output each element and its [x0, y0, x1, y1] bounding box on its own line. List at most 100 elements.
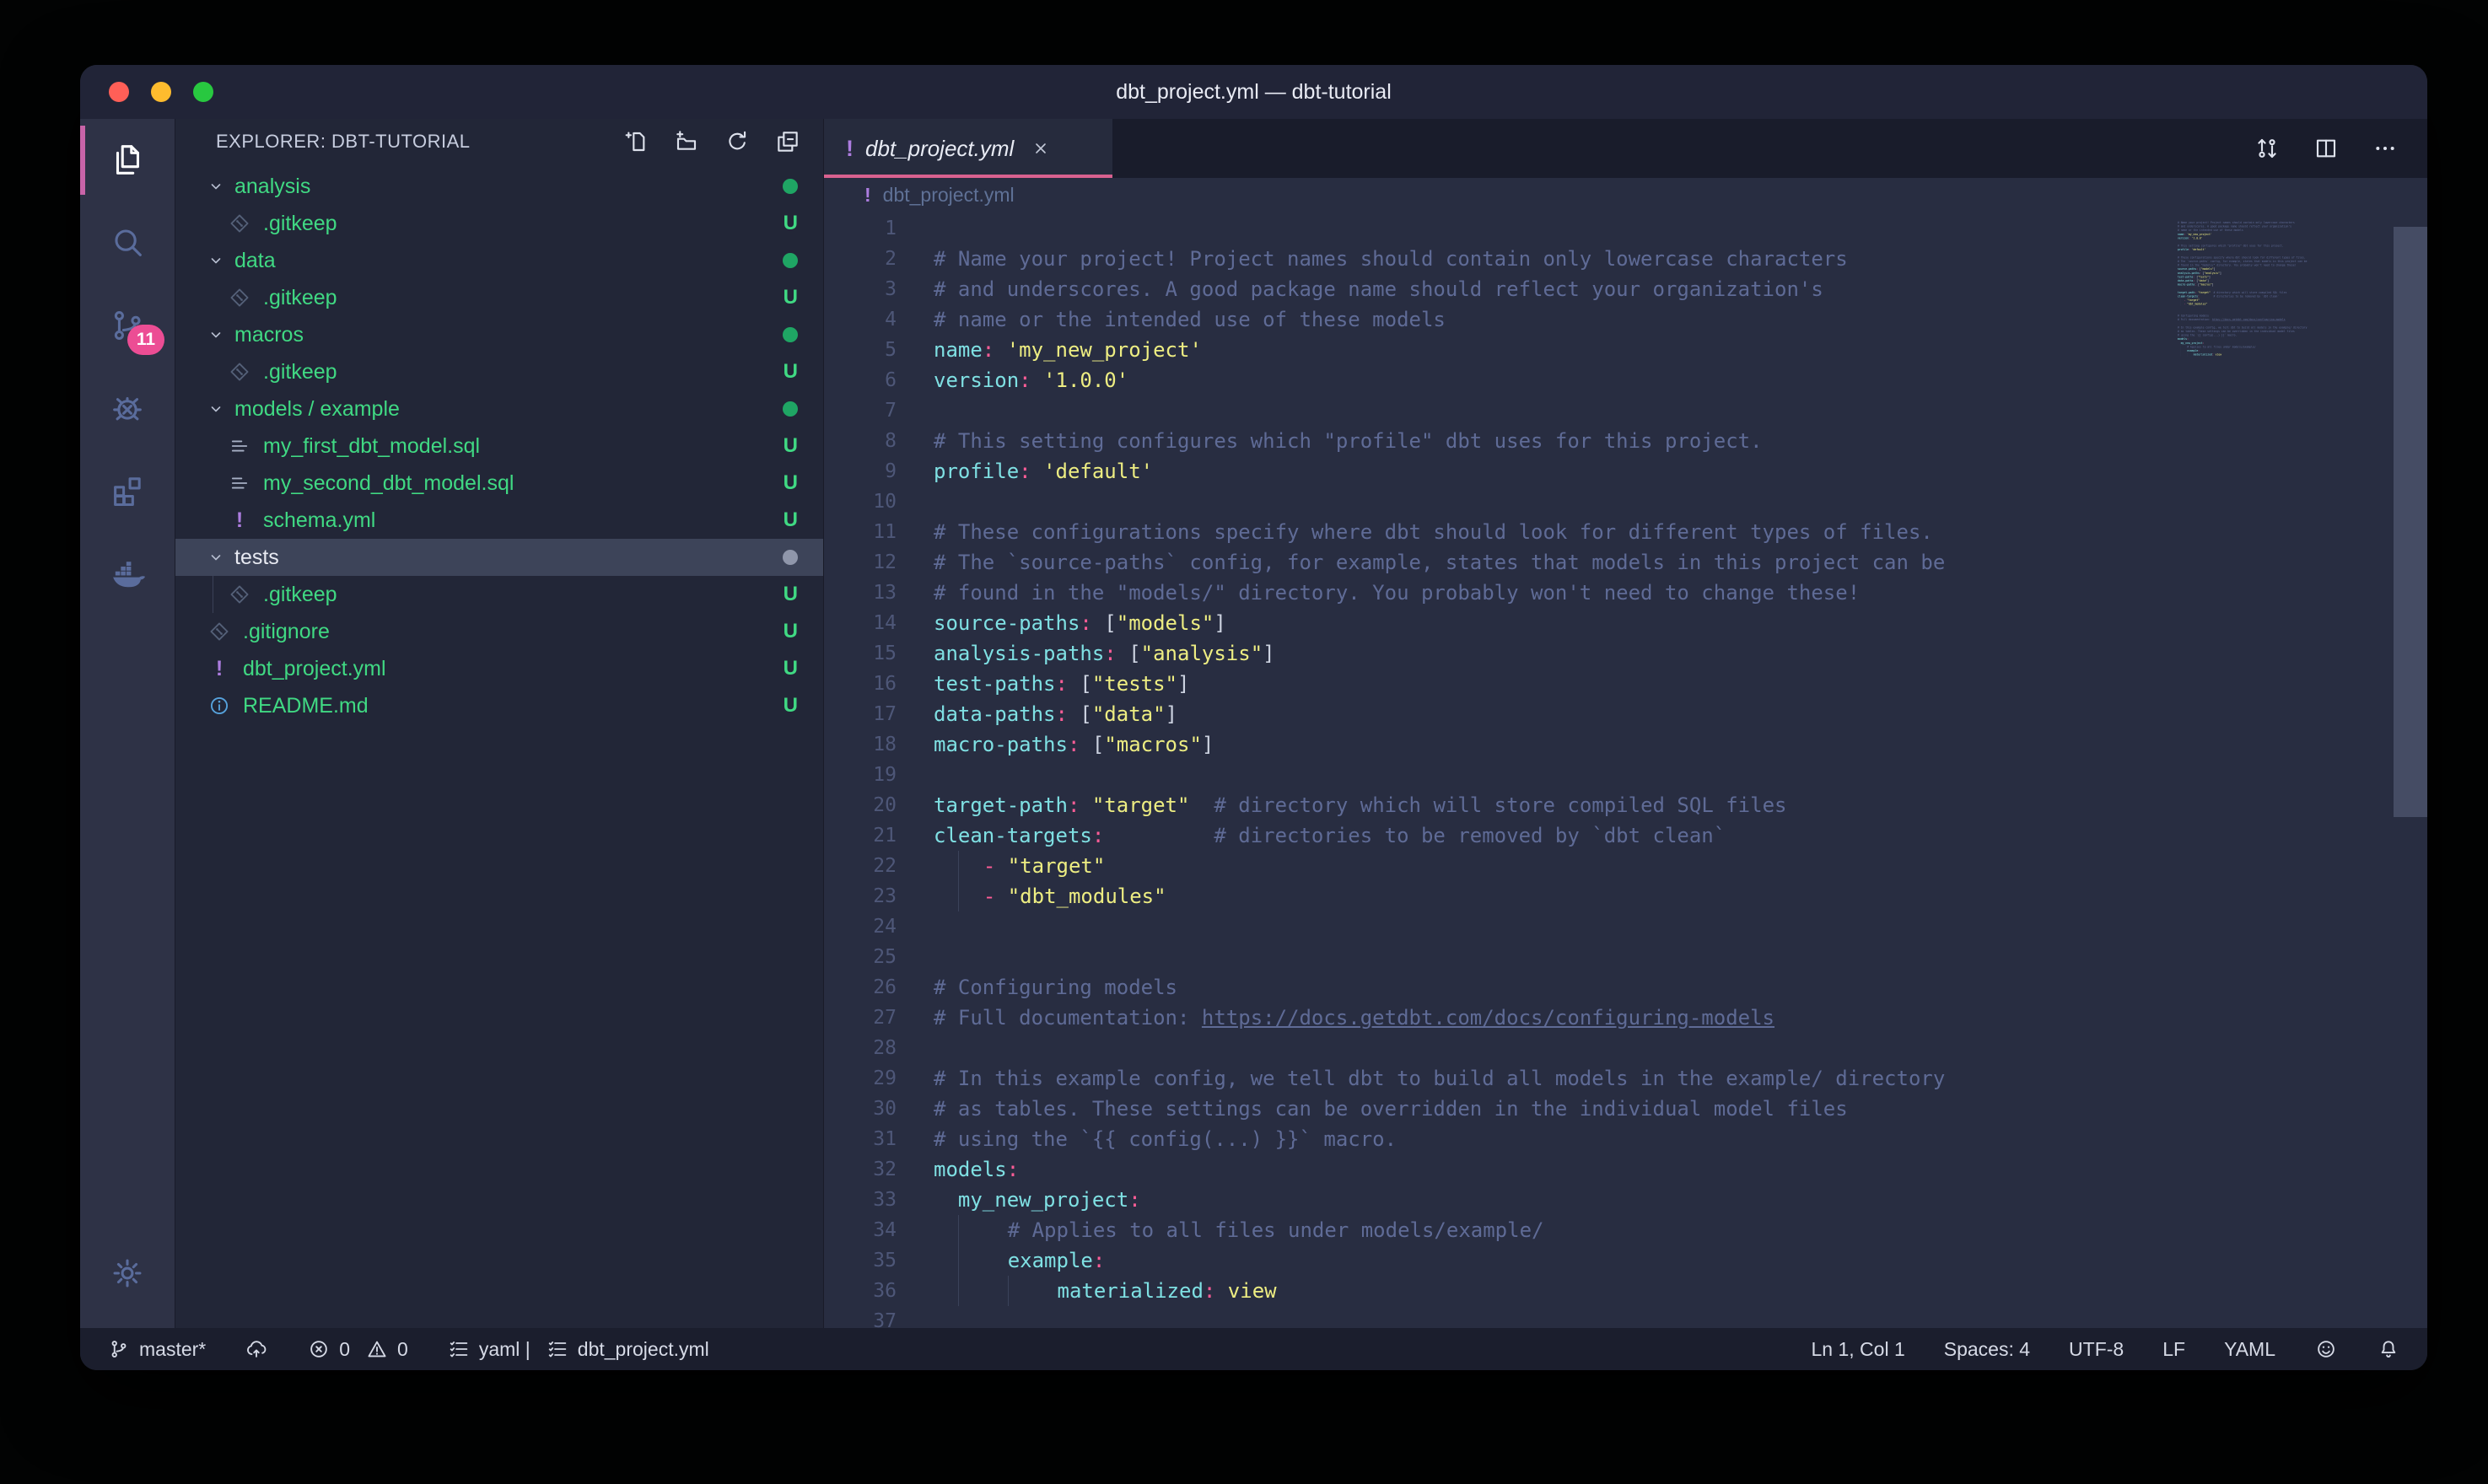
code-line: 32models: [824, 1154, 2360, 1185]
code-line: 9profile: 'default' [824, 456, 2360, 487]
explorer-sidebar: EXPLORER: DBT-TUTORIAL analysis.gitkeepU… [175, 119, 824, 1328]
tree-item-.gitkeep[interactable]: .gitkeepU [175, 279, 823, 316]
tree-item-data[interactable]: data [175, 242, 823, 279]
more-actions-button[interactable] [2372, 135, 2399, 162]
chevron-down-icon[interactable] [206, 325, 226, 345]
breadcrumb-file[interactable]: dbt_project.yml [883, 184, 1015, 207]
status-warnings[interactable]: 0 [365, 1337, 408, 1361]
code-line: 27# Full documentation: https://docs.get… [824, 1003, 2360, 1033]
close-window-button[interactable] [109, 82, 129, 102]
status-feedback[interactable] [2314, 1337, 2338, 1361]
status-notifications[interactable] [2377, 1337, 2400, 1361]
refresh-explorer-button[interactable] [724, 128, 751, 155]
status-language-mode[interactable]: YAML [2224, 1338, 2275, 1361]
split-editor-button[interactable] [2313, 135, 2340, 162]
new-folder-button[interactable] [673, 128, 700, 155]
tree-item-readme.md[interactable]: README.mdU [175, 687, 823, 724]
minimap[interactable]: # Name your project! Project names shoul… [2178, 217, 2390, 739]
code-line: 15analysis-paths: ["analysis"] [824, 638, 2360, 669]
status-eol-sequence[interactable]: LF [2162, 1338, 2185, 1361]
activity-run-debug[interactable] [80, 367, 175, 449]
tree-item-tests[interactable]: tests [175, 539, 823, 576]
tree-item-models-example[interactable]: models / example [175, 390, 823, 427]
tree-item-analysis[interactable]: analysis [175, 168, 823, 205]
chevron-down-icon[interactable] [206, 176, 226, 196]
git-untracked-badge: U [784, 360, 798, 384]
status-linter-file-label: dbt_project.yml [578, 1338, 709, 1361]
status-errors[interactable]: 0 [307, 1337, 350, 1361]
tree-item-schema.yml[interactable]: !schema.ymlU [175, 502, 823, 539]
line-number: 28 [824, 1033, 897, 1063]
sql-file-icon [226, 434, 253, 458]
code-line: 25 [824, 942, 2360, 972]
tree-item-.gitkeep[interactable]: .gitkeepU [175, 576, 823, 613]
code-line: 21clean-targets: # directories to be rem… [824, 820, 2360, 851]
line-content [897, 1033, 934, 1063]
gear-icon [108, 1254, 147, 1293]
folder-status-dot [783, 253, 798, 268]
status-indentation[interactable]: Spaces: 4 [1944, 1338, 2030, 1361]
code-line: 12# The `source-paths` config, for examp… [824, 547, 2360, 578]
activity-explorer[interactable] [80, 119, 175, 202]
line-number: 27 [824, 1003, 897, 1033]
line-content: name: 'my_new_project' [897, 335, 1202, 365]
status-bar: master* 00 yaml | dbt_project.yml Ln 1, Col… [80, 1328, 2427, 1370]
tree-item-my-second-dbt-model.sql[interactable]: my_second_dbt_model.sqlU [175, 465, 823, 502]
activity-extensions[interactable] [80, 449, 175, 532]
breadcrumb[interactable]: ! dbt_project.yml [824, 178, 2427, 212]
tree-item-my-first-dbt-model.sql[interactable]: my_first_dbt_model.sqlU [175, 427, 823, 465]
editor-scrollbar[interactable] [2394, 212, 2427, 1328]
tree-item-label: tests [234, 546, 279, 570]
git-untracked-badge: U [784, 620, 798, 643]
line-number: 1 [824, 213, 897, 244]
line-number: 11 [824, 517, 897, 547]
files-icon [108, 141, 147, 180]
sql-file-icon [226, 471, 253, 495]
yaml-icon: ! [846, 136, 854, 162]
collapse-folders-button[interactable] [774, 128, 801, 155]
status-linter-file[interactable]: dbt_project.yml [546, 1337, 709, 1361]
minimize-window-button[interactable] [151, 82, 171, 102]
editor-surface[interactable]: 12# Name your project! Project names sho… [824, 212, 2427, 1328]
activity-search[interactable] [80, 202, 175, 284]
line-number: 24 [824, 911, 897, 942]
activity-docker[interactable] [80, 532, 175, 615]
line-content: macro-paths: ["macros"] [897, 729, 1214, 760]
tab-dbt-project-yml[interactable]: ! dbt_project.yml [824, 119, 1112, 178]
tree-item-.gitkeep[interactable]: .gitkeepU [175, 205, 823, 242]
git-untracked-badge: U [784, 434, 798, 458]
status-linter-status[interactable]: yaml | [447, 1337, 530, 1361]
line-number: 9 [824, 456, 897, 487]
tree-item-dbt-project.yml[interactable]: !dbt_project.ymlU [175, 650, 823, 687]
tree-item-.gitkeep[interactable]: .gitkeepU [175, 353, 823, 390]
line-number: 26 [824, 972, 897, 1003]
line-content: example: [897, 1245, 1105, 1276]
activity-source-control[interactable]: 11 [80, 284, 175, 367]
line-number: 21 [824, 820, 897, 851]
code-line: 33 my_new_project: [824, 1185, 2360, 1215]
code-line: 29# In this example config, we tell dbt … [824, 1063, 2360, 1094]
chevron-down-icon[interactable] [206, 399, 226, 419]
line-content: # This setting configures which "profile… [897, 426, 1763, 456]
status-publish-changes[interactable] [245, 1337, 268, 1361]
status-bar-left: master* 00 yaml | dbt_project.yml [107, 1337, 748, 1361]
tree-item-label: .gitkeep [263, 212, 337, 236]
tree-item-.gitignore[interactable]: .gitignoreU [175, 613, 823, 650]
chevron-down-icon[interactable] [206, 250, 226, 271]
scrollbar-thumb[interactable] [2394, 227, 2427, 817]
extensions-icon [108, 471, 147, 510]
open-changes-button[interactable] [2254, 135, 2281, 162]
code-line: 35 example: [824, 1245, 2360, 1276]
status-branch-indicator[interactable]: master* [107, 1337, 206, 1361]
tree-item-label: .gitkeep [263, 583, 337, 607]
zoom-window-button[interactable] [193, 82, 213, 102]
status-cursor-position[interactable]: Ln 1, Col 1 [1812, 1338, 1905, 1361]
tree-item-macros[interactable]: macros [175, 316, 823, 353]
status-encoding[interactable]: UTF-8 [2069, 1338, 2124, 1361]
close-tab-icon[interactable] [1031, 138, 1051, 159]
editor-actions [2254, 119, 2427, 178]
chevron-down-icon[interactable] [206, 547, 226, 567]
activity-manage[interactable] [80, 1232, 175, 1315]
title-bar[interactable]: dbt_project.yml — dbt-tutorial [80, 65, 2427, 119]
new-file-button[interactable] [622, 128, 649, 155]
